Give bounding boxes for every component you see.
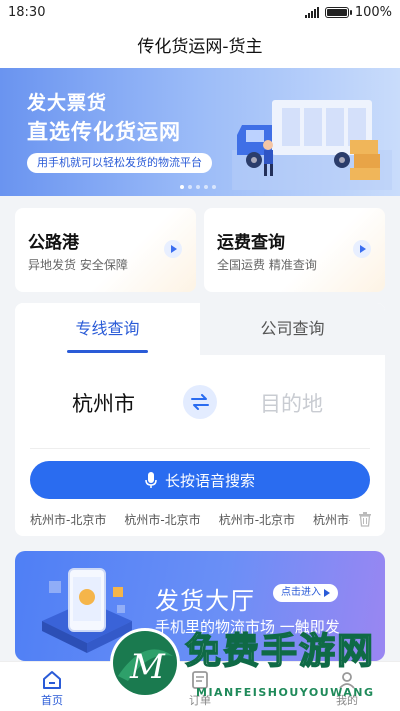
search-tabs: 专线查询 公司查询 — [15, 303, 385, 355]
card-title: 公路港 — [28, 233, 79, 253]
swap-icon[interactable] — [183, 385, 217, 419]
enter-hall-label: 点击进入 — [281, 587, 321, 598]
page-title: 传化货运网-货主 — [0, 26, 400, 68]
hall-subtitle: 手机里的物流市场 一触即发 — [155, 618, 340, 636]
banner-dot[interactable] — [180, 185, 184, 189]
shipping-hall-banner[interactable]: 发货大厅 点击进入 手机里的物流市场 一触即发 — [15, 551, 385, 661]
banner-dot[interactable] — [188, 185, 192, 189]
promo-banner[interactable]: 发大票货 直选传化货运网 用手机就可以轻松发货的物流平台 — [0, 68, 400, 196]
card-title: 运费查询 — [217, 233, 285, 253]
history-item[interactable]: 杭州市-北京市 — [313, 513, 350, 527]
bottom-nav: 首页 订单 我的 — [0, 661, 400, 711]
nav-home[interactable]: 首页 — [17, 662, 87, 711]
enter-hall-button[interactable]: 点击进入 — [273, 584, 338, 602]
status-right: 100% — [304, 5, 392, 20]
battery-icon — [324, 7, 352, 18]
banner-tagline: 用手机就可以轻松发货的物流平台 — [27, 153, 212, 173]
nav-label: 订单 — [189, 694, 211, 707]
voice-search-label: 长按语音搜索 — [164, 471, 255, 490]
nav-orders[interactable]: 订单 — [165, 662, 235, 711]
history-item[interactable]: 杭州市-北京市 — [124, 513, 200, 527]
nav-profile[interactable]: 我的 — [312, 662, 382, 711]
card-subtitle: 异地发货 安全保障 — [28, 258, 128, 272]
freight-query-card[interactable]: 运费查询 全国运费 精准查询 — [204, 208, 385, 292]
truck-illustration — [232, 100, 392, 190]
voice-search-button[interactable]: 长按语音搜索 — [30, 461, 370, 499]
banner-dot[interactable] — [196, 185, 200, 189]
origin-city[interactable]: 杭州市 — [72, 388, 135, 418]
route-search-card: 专线查询 公司查询 杭州市 目的地 长按语音搜索 杭州市-北京市 杭州市-北京市杭… — [15, 303, 385, 536]
signal-icon — [304, 7, 319, 18]
play-arrow-icon — [353, 240, 371, 258]
banner-headline-2: 直选传化货运网 — [27, 120, 181, 144]
gonglugang-card[interactable]: 公路港 异地发货 安全保障 — [15, 208, 196, 292]
search-history: 杭州市-北京市 杭州市-北京市 杭州市-北京市 杭州市-北京市 — [30, 511, 350, 531]
destination-field[interactable]: 目的地 — [260, 388, 323, 418]
banner-headline-1: 发大票货 — [27, 92, 108, 114]
microphone-icon — [145, 472, 157, 488]
play-arrow-icon — [324, 589, 330, 597]
banner-dot[interactable] — [204, 185, 208, 189]
banner-dot[interactable] — [212, 185, 216, 189]
divider — [30, 448, 370, 449]
phone-illustration — [42, 568, 132, 653]
nav-label: 首页 — [41, 694, 63, 707]
tab-line-query[interactable]: 专线查询 — [15, 303, 200, 355]
play-arrow-icon — [164, 240, 182, 258]
card-subtitle: 全国运费 精准查询 — [217, 258, 317, 272]
active-tab-indicator — [67, 350, 148, 353]
history-item[interactable]: 杭州市-北京市 — [30, 513, 106, 527]
hall-title: 发货大厅 — [155, 587, 255, 615]
profile-icon — [339, 672, 355, 689]
tab-company-query[interactable]: 公司查询 — [200, 303, 385, 355]
banner-pagination — [180, 185, 216, 189]
status-bar: 18:30 100% — [0, 0, 400, 26]
trash-icon[interactable] — [358, 511, 372, 527]
battery-percent: 100% — [354, 5, 392, 20]
home-icon — [43, 671, 61, 689]
status-time: 18:30 — [8, 5, 46, 20]
nav-label: 我的 — [336, 694, 358, 707]
order-icon — [192, 671, 208, 689]
history-item[interactable]: 杭州市-北京市 — [219, 513, 295, 527]
